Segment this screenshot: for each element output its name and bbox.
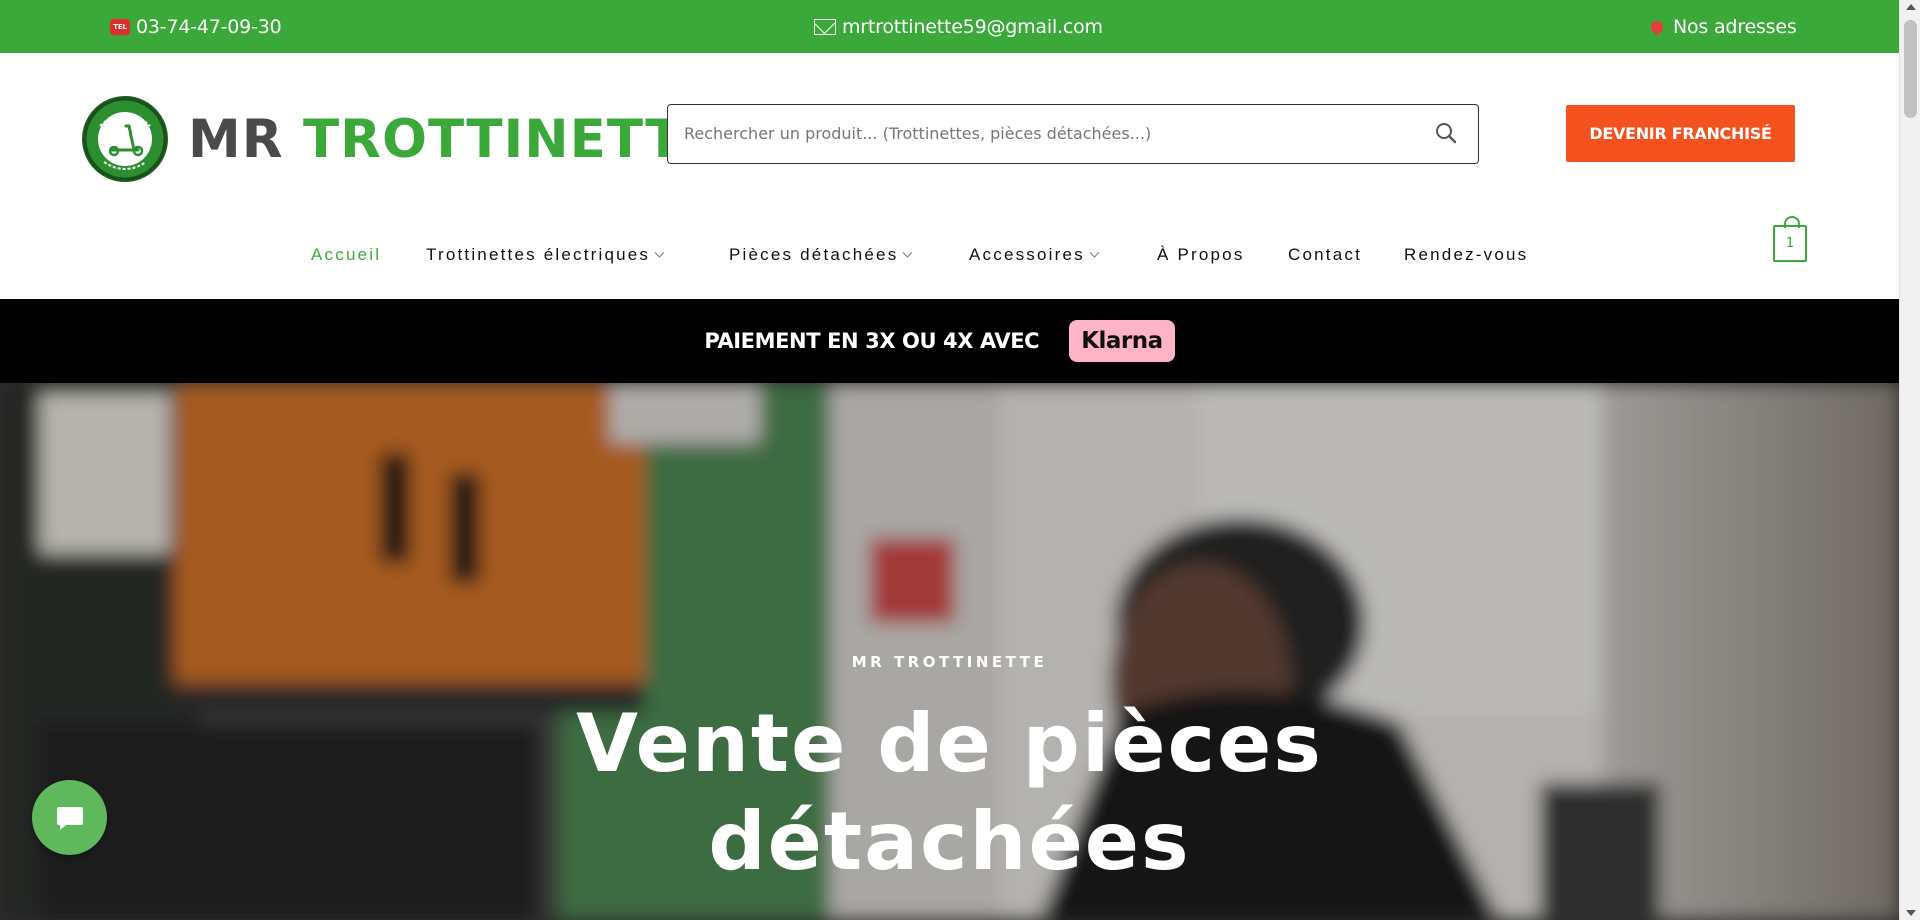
klarna-logo: Klarna <box>1069 320 1175 362</box>
chat-bubble-icon <box>56 806 83 830</box>
logo-badge <box>82 96 168 182</box>
phone-link[interactable]: TEL 03-74-47-09-30 <box>110 0 282 53</box>
phone-number: 03-74-47-09-30 <box>136 15 282 38</box>
logo-wordmark: MR TROTTINETTE <box>188 109 720 170</box>
phone-icon: TEL <box>110 18 130 35</box>
site-logo[interactable]: MR TROTTINETTE <box>82 96 720 182</box>
nav-item-a-propos[interactable]: À Propos <box>1157 240 1245 270</box>
addresses-label: Nos adresses <box>1673 15 1797 38</box>
nav-item-accueil[interactable]: Accueil <box>311 240 381 270</box>
nav-item-rendez-vous[interactable]: Rendez-vous <box>1404 240 1528 270</box>
nav-item-accessoires[interactable]: Accessoires <box>969 240 1100 270</box>
scroll-up-arrow-icon[interactable] <box>1906 4 1916 10</box>
hero-title-line-2: détachées <box>708 795 1191 888</box>
hero-title-line-1: Vente de pièces <box>576 697 1323 790</box>
payment-banner-text: PAIEMENT EN 3X OU 4X AVEC <box>704 329 1040 353</box>
location-pin-icon <box>1648 18 1667 35</box>
nav-item-label: Accessoires <box>969 245 1085 264</box>
nav-item-trottinettes[interactable]: Trottinettes électriques <box>426 240 665 270</box>
chevron-down-icon <box>1089 247 1100 258</box>
email-address: mrtrottinette59@gmail.com <box>842 15 1103 38</box>
search-input[interactable] <box>668 105 1428 162</box>
search-icon[interactable] <box>1434 121 1460 147</box>
nav-item-label: Pièces détachées <box>729 245 899 264</box>
nav-item-pieces[interactable]: Pièces détachées <box>729 240 913 270</box>
chevron-down-icon <box>902 247 913 258</box>
scroll-down-arrow-icon[interactable] <box>1906 910 1916 916</box>
nav-item-label: Accueil <box>311 245 382 264</box>
product-search <box>667 104 1479 164</box>
nav-item-label: Contact <box>1288 245 1362 264</box>
nav-item-label: Trottinettes électriques <box>426 245 651 264</box>
page-scrollbar[interactable] <box>1899 0 1920 920</box>
chevron-down-icon <box>654 247 665 258</box>
nav-item-label: Rendez-vous <box>1404 245 1529 264</box>
cart-count-badge: 1 <box>1785 236 1795 251</box>
scrollbar-thumb[interactable] <box>1904 20 1917 118</box>
nav-item-label: À Propos <box>1157 245 1245 264</box>
cart-button[interactable]: 1 <box>1773 216 1807 262</box>
hero-eyebrow: MR TROTTINETTE <box>851 653 1048 671</box>
payment-banner: PAIEMENT EN 3X OU 4X AVEC Klarna <box>0 299 1899 383</box>
hero-title: Vente de pièces détachées <box>0 695 1899 891</box>
addresses-link[interactable]: Nos adresses <box>1648 0 1797 53</box>
logo-word-trottinette: TROTTINETTE <box>303 108 720 170</box>
top-contact-bar: TEL 03-74-47-09-30 mrtrottinette59@gmail… <box>0 0 1899 53</box>
hero-section: MR TROTTINETTE Vente de pièces détachées <box>0 383 1899 920</box>
nav-item-contact[interactable]: Contact <box>1288 240 1362 270</box>
become-franchisee-button[interactable]: DEVENIR FRANCHISÉ <box>1566 105 1795 162</box>
logo-word-mr: MR <box>188 108 284 170</box>
mail-icon <box>814 18 836 35</box>
email-link[interactable]: mrtrottinette59@gmail.com <box>814 0 1103 53</box>
chat-button[interactable] <box>32 780 107 855</box>
